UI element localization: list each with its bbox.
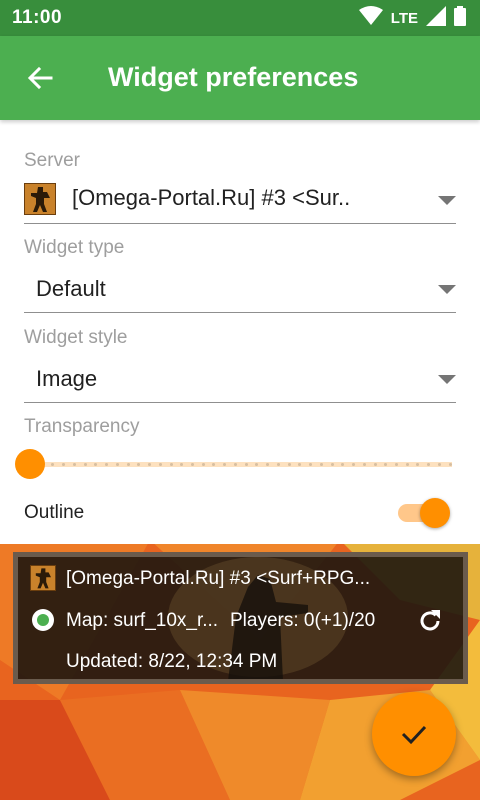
- switch-knob: [420, 498, 450, 528]
- back-button[interactable]: [24, 62, 56, 94]
- transparency-slider[interactable]: [15, 449, 456, 479]
- widget-server-title: [Omega-Portal.Ru] #3 <Surf+RPG...: [66, 568, 371, 589]
- refresh-button[interactable]: [416, 607, 444, 635]
- game-server-icon: [30, 565, 56, 591]
- status-bar: 11:00 LTE: [0, 0, 480, 36]
- widget-style-value: Image: [36, 366, 98, 391]
- check-icon: [401, 725, 427, 745]
- app-bar: Widget preferences: [0, 36, 480, 120]
- page-title: Widget preferences: [108, 62, 359, 92]
- widget-type-value: Default: [36, 276, 106, 301]
- widget-type-dropdown[interactable]: Default: [24, 265, 456, 313]
- preferences-card: Server [Omega-Portal.Ru] #3 <Sur.. Widge…: [0, 120, 480, 544]
- widget-type-label: Widget type: [24, 237, 125, 258]
- widget-updated: Updated: 8/22, 12:34 PM: [66, 651, 278, 672]
- signal-icon: [426, 5, 446, 31]
- network-label: LTE: [390, 9, 418, 27]
- slider-ticks: [30, 463, 452, 466]
- widget-preview: [Omega-Portal.Ru] #3 <Surf+RPG... Map: s…: [13, 552, 468, 684]
- wifi-icon: [358, 5, 383, 31]
- battery-icon: [454, 5, 466, 31]
- game-server-icon: [24, 183, 56, 215]
- refresh-icon: [420, 610, 440, 631]
- widget-style-label: Widget style: [24, 327, 128, 348]
- slider-thumb[interactable]: [15, 449, 45, 479]
- status-time: 11:00: [12, 7, 63, 28]
- widget-map: Map: surf_10x_r...: [66, 610, 219, 631]
- server-dropdown[interactable]: [Omega-Portal.Ru] #3 <Sur..: [24, 176, 456, 224]
- server-value: [Omega-Portal.Ru] #3 <Sur..: [72, 185, 351, 210]
- outline-switch[interactable]: [398, 496, 450, 528]
- dropdown-arrow-icon: [438, 196, 456, 205]
- widget-style-dropdown[interactable]: Image: [24, 355, 456, 403]
- outline-label: Outline: [24, 502, 85, 523]
- dropdown-arrow-icon: [438, 375, 456, 384]
- server-label: Server: [24, 150, 80, 171]
- save-fab-button[interactable]: [372, 692, 456, 776]
- dropdown-arrow-icon: [438, 285, 456, 294]
- widget-players: Players: 0(+1)/20: [230, 610, 376, 631]
- transparency-label: Transparency: [24, 416, 140, 437]
- arrow-back-icon: [27, 66, 53, 90]
- online-status-icon: [32, 609, 54, 631]
